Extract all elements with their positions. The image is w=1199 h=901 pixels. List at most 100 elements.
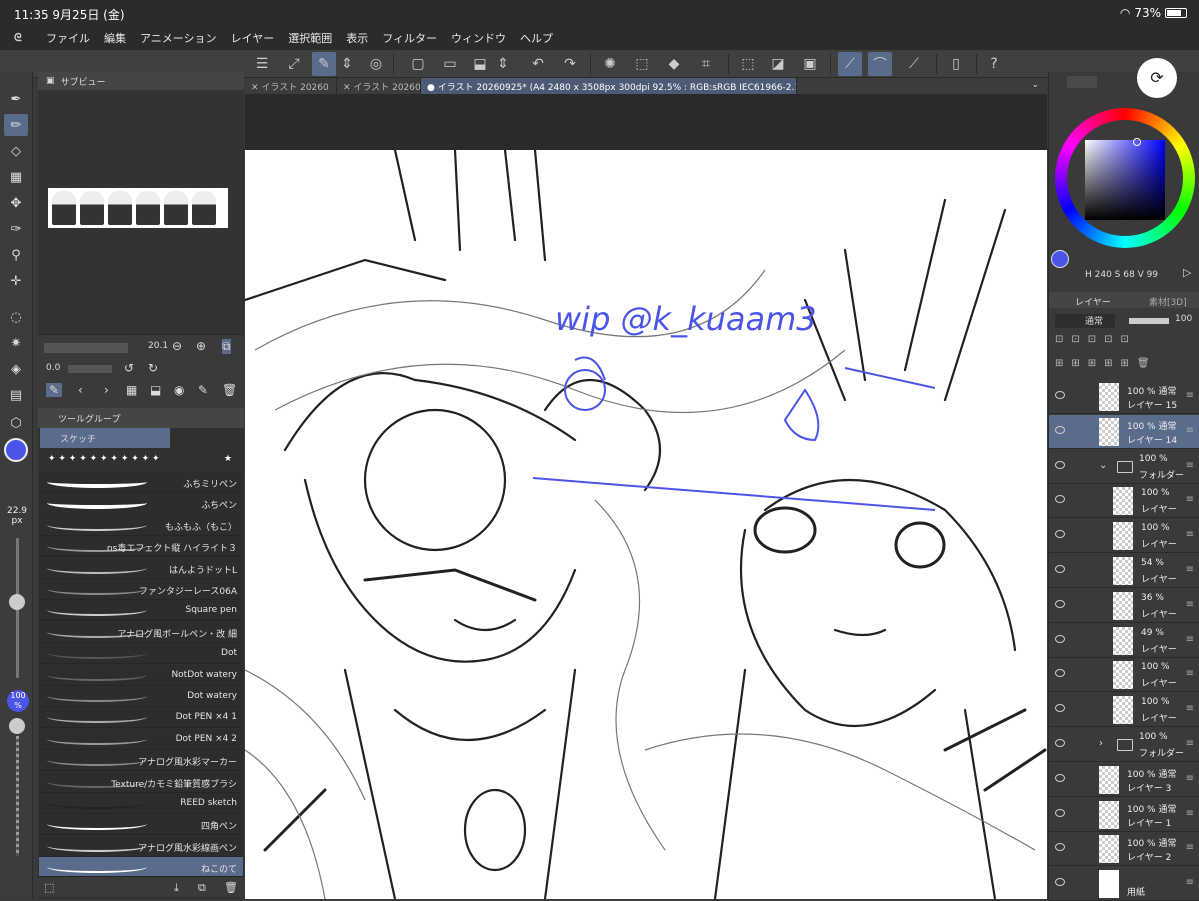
brush-size-slider-thumb[interactable] — [9, 594, 25, 610]
open-folder-icon[interactable]: ▭ — [438, 52, 462, 76]
rotation-slider[interactable] — [68, 365, 112, 373]
layer-menu-icon[interactable]: ≡ — [1186, 877, 1194, 888]
chevron-right-icon[interactable]: › — [104, 383, 109, 397]
trash-icon[interactable]: 🗑 — [222, 383, 237, 397]
eye-icon[interactable] — [1055, 565, 1065, 573]
layer-row[interactable]: 100 % 通常 レイヤー 3 ≡ — [1049, 762, 1199, 797]
brush-item[interactable]: NotDot watery — [39, 664, 243, 686]
layer-menu-icon[interactable]: ≡ — [1186, 668, 1194, 679]
lasso-tool-icon[interactable]: ◌ — [4, 306, 28, 328]
redo-icon[interactable]: ↷ — [558, 52, 582, 76]
layer-menu-icon[interactable]: ≡ — [1186, 494, 1194, 505]
layer-tab[interactable]: レイヤー — [1075, 295, 1111, 308]
layer-menu-icon[interactable]: ≡ — [1186, 425, 1194, 436]
edit-icon[interactable]: ✎ — [198, 383, 208, 397]
eye-icon[interactable] — [1055, 808, 1065, 817]
layer-menu-icon[interactable]: ≡ — [1186, 634, 1194, 645]
help-icon[interactable]: ? — [982, 52, 1006, 76]
current-color-swatch[interactable] — [1051, 250, 1069, 268]
menu-layer[interactable]: レイヤー — [231, 30, 275, 46]
brush-item[interactable]: アナログ風水彩線画ペン — [39, 835, 243, 857]
grid-tool-icon[interactable]: ▦ — [4, 166, 28, 188]
color-wheel-tab[interactable] — [1067, 76, 1097, 88]
drawing-canvas[interactable]: wip @k_kuaam3 — [245, 150, 1047, 899]
pencil-tool-icon[interactable]: ✏ — [4, 114, 28, 136]
layer-row[interactable]: 100 % 通常 レイヤー 15 ≡ — [1049, 380, 1199, 414]
tool-settings-icon[interactable]: ⬚ — [44, 881, 54, 894]
eye-icon[interactable] — [1055, 878, 1065, 887]
material-tab[interactable]: 素材[3D] — [1149, 295, 1187, 308]
rotate-left-icon[interactable]: ↺ — [124, 361, 134, 375]
brush-item[interactable]: もふもふ（もこ） — [39, 514, 243, 536]
fit-view-icon[interactable]: ⧉ — [222, 339, 231, 354]
3d-tool-icon[interactable]: ⬡ — [4, 412, 28, 434]
brush-item[interactable]: ふちミリペン — [39, 472, 243, 493]
eye-icon[interactable] — [1055, 669, 1065, 678]
clear-icon[interactable]: ⬚ — [630, 52, 654, 76]
zoom-in-icon[interactable]: ⊕ — [196, 339, 206, 353]
transform-icon[interactable]: ⤢ — [282, 52, 306, 76]
menu-file[interactable]: ファイル — [46, 30, 90, 46]
menu-help[interactable]: ヘルプ — [520, 30, 553, 46]
edit-tool-icon[interactable]: ✎ — [312, 52, 336, 76]
eye-icon[interactable] — [1055, 460, 1065, 469]
decoration-tool-icon[interactable]: ✥ — [4, 192, 28, 214]
zoom-out-icon[interactable]: ⊖ — [172, 339, 182, 353]
chevron-down-icon[interactable]: ⌄ — [1023, 78, 1047, 94]
menu-edit[interactable]: 編集 — [104, 30, 126, 46]
pen-nib-icon[interactable]: ✑ — [4, 218, 28, 240]
blend-tool-icon[interactable]: ⚲ — [4, 244, 28, 266]
duplicate-icon[interactable]: ⧉ — [198, 881, 206, 895]
opacity-slider-track[interactable] — [16, 736, 19, 856]
layer-row[interactable]: 100 % 通常 レイヤー 2 ≡ — [1049, 832, 1199, 867]
smartphone-icon[interactable]: ▯ — [944, 52, 968, 76]
layer-row[interactable]: 36 % レイヤー ≡ — [1049, 588, 1199, 623]
import-icon[interactable]: ⤓ — [174, 881, 179, 895]
chevron-down-icon[interactable]: ⌄ — [1099, 460, 1107, 471]
brush-item[interactable]: Dot PEN ×4 2 — [39, 728, 243, 750]
move-tool-icon[interactable]: ✛ — [4, 270, 28, 292]
layer-row[interactable]: 100 % レイヤー ≡ — [1049, 658, 1199, 693]
color-saturation-square[interactable] — [1085, 140, 1165, 220]
layer-row[interactable]: ⌄ 100 % フォルダー ≡ — [1049, 449, 1199, 484]
layer-menu-icon[interactable]: ≡ — [1186, 842, 1194, 853]
opacity-slider-thumb[interactable] — [9, 718, 25, 734]
zoom-slider[interactable] — [44, 343, 128, 353]
save-icon[interactable]: ⬓ — [468, 52, 492, 76]
sketch-group-tab[interactable]: スケッチ — [40, 428, 170, 448]
eye-icon[interactable] — [1055, 599, 1065, 608]
layer-menu-icon[interactable]: ≡ — [1186, 738, 1194, 749]
layer-row[interactable]: 100 % 通常 レイヤー 14 ≡ — [1049, 414, 1199, 449]
layer-menu-icon[interactable]: ≡ — [1186, 599, 1194, 610]
brush-item[interactable]: Texture/カモミ鉛筆質感ブラシ — [39, 771, 243, 793]
gradient-tool-icon[interactable]: ▤ — [4, 384, 28, 406]
layer-icon[interactable]: ⬓ — [150, 383, 161, 397]
brush-item[interactable]: REED sketch — [39, 793, 243, 814]
brush-item[interactable]: Dot — [39, 643, 243, 665]
rotate-right-icon[interactable]: ↻ — [148, 361, 158, 375]
fill-bucket-icon[interactable]: ◈ — [4, 358, 28, 380]
brush-item[interactable]: アナログ風水彩マーカー — [39, 750, 243, 772]
layer-row[interactable]: 49 % レイヤー ≡ — [1049, 623, 1199, 658]
brush-item[interactable]: はんようドットL — [39, 557, 243, 579]
layer-menu-icon[interactable]: ≡ — [1186, 529, 1194, 540]
chevron-right-icon[interactable]: › — [1099, 738, 1103, 749]
brush-item[interactable]: アナログ風ボールペン・改 細 — [39, 621, 243, 643]
layer-menu-icon[interactable]: ≡ — [1186, 460, 1194, 471]
layer-menu-icon[interactable]: ≡ — [1186, 564, 1194, 575]
hamburger-menu-icon[interactable]: ☰ — [250, 52, 274, 76]
brush-item[interactable]: ns毒エフェクト縦 ハイライト３ — [39, 536, 243, 558]
layer-menu-icon[interactable]: ≡ — [1186, 808, 1194, 819]
eye-icon[interactable] — [1055, 634, 1065, 643]
target-icon[interactable]: ◎ — [364, 52, 388, 76]
eye-icon[interactable] — [1055, 530, 1065, 539]
layer-menu-icon[interactable]: ≡ — [1186, 703, 1194, 714]
layer-row[interactable]: 100 % 通常 レイヤー 1 ≡ — [1049, 797, 1199, 832]
new-file-icon[interactable]: ▢ — [406, 52, 430, 76]
loading-icon[interactable]: ✺ — [598, 52, 622, 76]
subview-reference-image[interactable] — [48, 188, 228, 228]
layer-row[interactable]: 100 % レイヤー ≡ — [1049, 484, 1199, 519]
layer-menu-icon[interactable]: ≡ — [1186, 390, 1194, 401]
grid-icon[interactable]: ▦ — [126, 383, 137, 397]
menu-window[interactable]: ウィンドウ — [451, 30, 506, 46]
